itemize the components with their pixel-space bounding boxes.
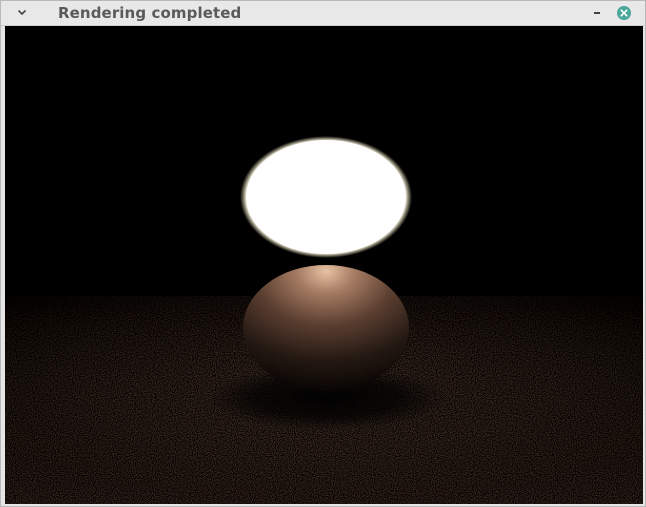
close-icon	[617, 6, 631, 20]
diffuse-sphere	[243, 265, 409, 391]
render-window: Rendering completed	[0, 0, 646, 507]
render-viewport	[5, 26, 643, 504]
close-button[interactable]	[616, 5, 632, 21]
window-title: Rendering completed	[58, 4, 242, 22]
title-bar[interactable]: Rendering completed	[1, 1, 645, 26]
chevron-down-icon	[18, 10, 26, 15]
minimize-button[interactable]	[589, 4, 605, 20]
minimize-icon	[594, 12, 600, 14]
light-sphere	[246, 140, 406, 254]
rendered-scene	[5, 26, 643, 504]
window-menu-button[interactable]	[13, 4, 31, 20]
